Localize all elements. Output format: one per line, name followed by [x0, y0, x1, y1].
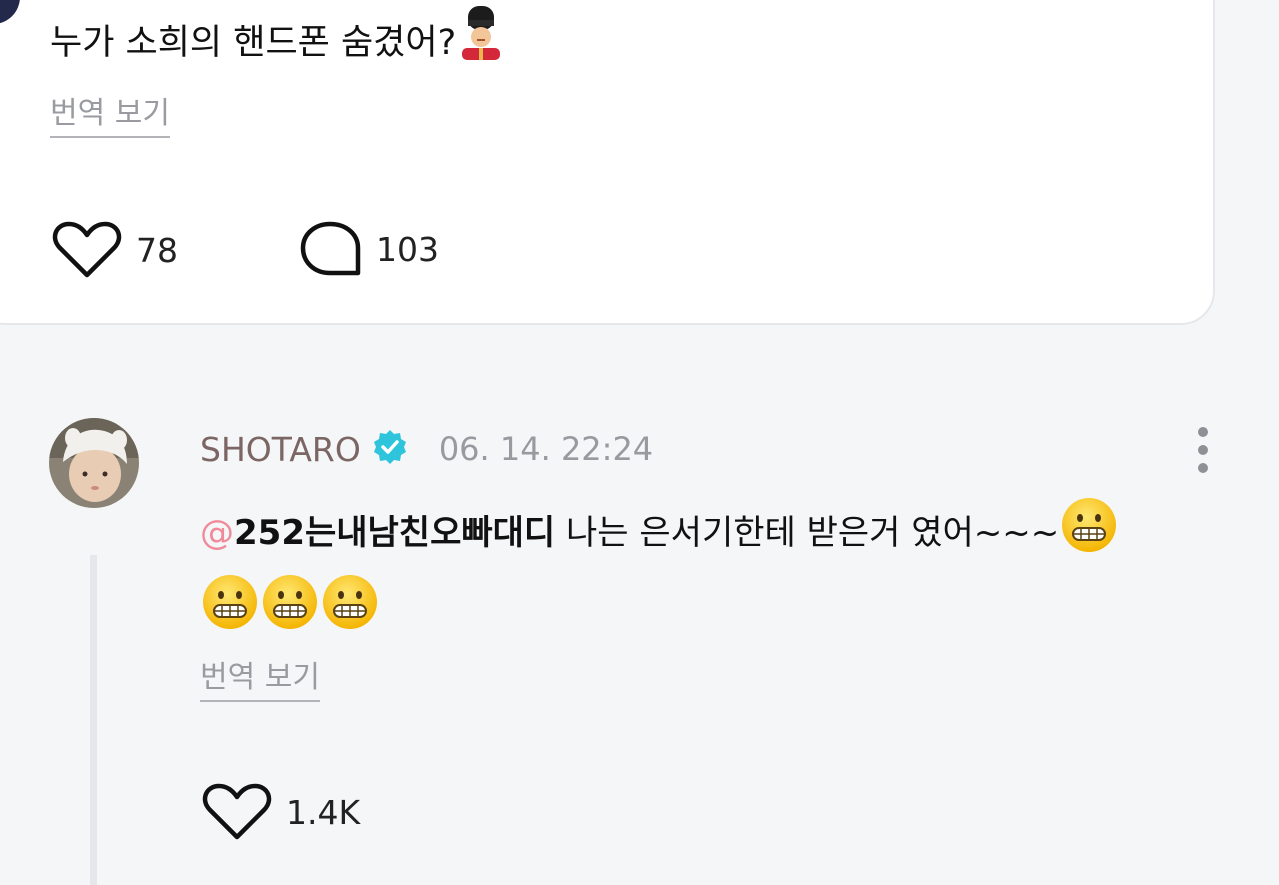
- post-like-count: 78: [136, 230, 178, 270]
- comment-date: 06. 14. 22:24: [438, 430, 654, 468]
- grimacing-face-icon: [321, 573, 379, 650]
- comment-body: 나는 은서기한테 받은거 였어~~~: [555, 513, 1060, 553]
- comment-translate-link[interactable]: 번역 보기: [200, 660, 320, 702]
- post-translate-link[interactable]: 번역 보기: [50, 96, 170, 138]
- comment-like-count: 1.4K: [286, 792, 361, 832]
- heart-icon: [202, 783, 272, 840]
- comment-text: @252는내남친오빠대디 나는 은서기한테 받은거 였어~~~: [200, 496, 1210, 650]
- post-like-button[interactable]: 78: [52, 220, 178, 280]
- post-text-content: 누가 소희의 핸드폰 숨겼어?: [50, 23, 457, 63]
- commenter-avatar[interactable]: [49, 418, 139, 508]
- comment-header: SHOTARO 06. 14. 22:24: [200, 428, 653, 470]
- grimacing-face-icon: [1060, 496, 1118, 573]
- mention-at: @: [200, 513, 234, 553]
- heart-icon: [52, 221, 122, 278]
- mention-tag[interactable]: 252는내남친오빠대디: [234, 513, 555, 553]
- post-comment-count: 103: [376, 229, 439, 269]
- post-text: 누가 소희의 핸드폰 숨겼어?: [50, 6, 502, 73]
- guard-emoji: [460, 6, 502, 73]
- commenter-username[interactable]: SHOTARO: [200, 430, 361, 469]
- more-options-icon[interactable]: [1192, 425, 1214, 477]
- comment-bubble-icon: [300, 221, 361, 276]
- comment-like-button[interactable]: 1.4K: [202, 782, 360, 842]
- post-comment-button[interactable]: 103: [300, 220, 439, 278]
- verified-badge-icon: [371, 428, 409, 470]
- grimacing-face-icon: [261, 573, 319, 650]
- reply-thread-line: [90, 555, 97, 885]
- grimacing-face-icon: [201, 573, 259, 650]
